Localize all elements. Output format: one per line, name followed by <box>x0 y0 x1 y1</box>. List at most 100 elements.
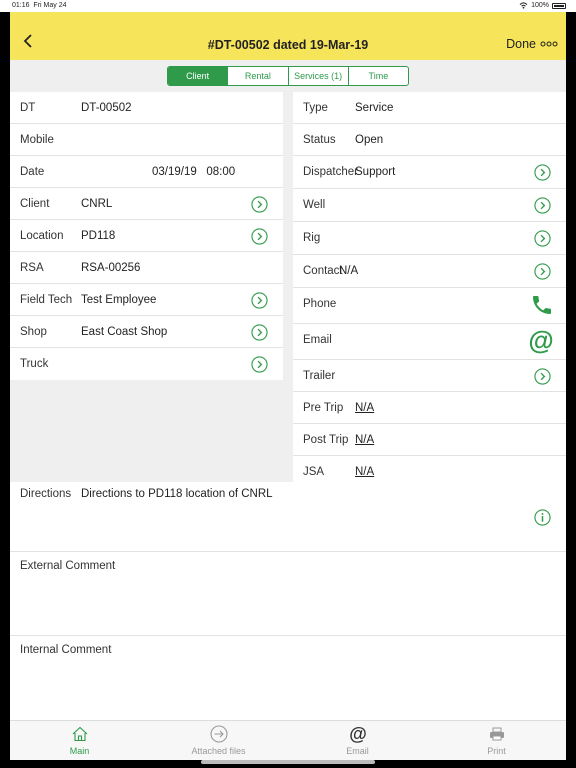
chevron-right-icon[interactable] <box>251 324 268 341</box>
tab-time[interactable]: Time <box>349 67 408 85</box>
post-trip-row[interactable]: Post Trip N/A <box>293 424 566 456</box>
status-label: Status <box>303 134 336 146</box>
tab-rental[interactable]: Rental <box>228 67 289 85</box>
chevron-right-icon[interactable] <box>251 196 268 213</box>
location-value: PD118 <box>81 230 116 242</box>
tab-main-label: Main <box>69 746 90 756</box>
jsa-link[interactable]: N/A <box>355 466 374 478</box>
external-comment-field[interactable]: External Comment <box>10 552 566 636</box>
jsa-label: JSA <box>303 466 325 478</box>
at-icon[interactable]: @ <box>527 327 555 355</box>
tab-print[interactable]: Print <box>427 721 566 760</box>
pre-trip-link[interactable]: N/A <box>355 402 374 414</box>
tab-main[interactable]: Main <box>10 721 149 760</box>
rsa-row: RSA RSA-00256 <box>10 252 283 284</box>
type-value: Service <box>355 102 394 114</box>
field-tech-row[interactable]: Field Tech Test Employee <box>10 284 283 316</box>
wifi-icon <box>519 2 528 9</box>
done-button[interactable]: Done <box>506 37 536 51</box>
phone-icon[interactable] <box>530 293 554 317</box>
trailer-row[interactable]: Trailer <box>293 360 566 392</box>
well-label: Well <box>303 199 326 211</box>
home-indicator[interactable] <box>201 760 375 764</box>
navigation-bar: #DT-00502 dated 19-Mar-19 Done <box>10 12 566 60</box>
info-icon[interactable] <box>534 509 551 526</box>
comments-panel: Directions Directions to PD118 location … <box>10 482 566 720</box>
segment-bar: Client Rental Services (1) Time <box>10 60 566 90</box>
pre-trip-label: Pre Trip <box>303 402 344 414</box>
at-icon: @ <box>349 725 367 743</box>
location-row[interactable]: Location PD118 <box>10 220 283 252</box>
svg-text:@: @ <box>528 327 553 355</box>
email-row[interactable]: Email @ <box>293 324 566 360</box>
contact-row[interactable]: Contact N/A <box>293 255 566 288</box>
internal-comment-field[interactable]: Internal Comment <box>10 636 566 720</box>
phone-row[interactable]: Phone <box>293 288 566 324</box>
phone-label: Phone <box>303 298 337 310</box>
chevron-right-icon[interactable] <box>534 368 551 385</box>
date-row[interactable]: Date 03/19/19 08:00 <box>10 156 283 188</box>
status-bar: 01:16 Fri May 24 100% <box>0 0 576 12</box>
post-trip-label: Post Trip <box>303 434 349 446</box>
contact-label: Contact <box>303 265 343 277</box>
shop-label: Shop <box>20 326 47 338</box>
pre-trip-row[interactable]: Pre Trip N/A <box>293 392 566 424</box>
chevron-right-icon[interactable] <box>534 263 551 280</box>
directions-row[interactable]: Directions Directions to PD118 location … <box>10 482 566 552</box>
post-trip-link[interactable]: N/A <box>355 434 374 446</box>
page-title: #DT-00502 dated 19-Mar-19 <box>207 38 369 52</box>
tab-services[interactable]: Services (1) <box>289 67 349 85</box>
rig-label: Rig <box>303 232 321 244</box>
tab-email[interactable]: @ Email <box>288 721 427 760</box>
type-row: Type Service <box>293 92 566 124</box>
tab-email-label: Email <box>346 746 369 756</box>
shop-row[interactable]: Shop East Coast Shop <box>10 316 283 348</box>
chevron-right-icon[interactable] <box>251 356 268 373</box>
email-label: Email <box>303 334 332 346</box>
app-screen: #DT-00502 dated 19-Mar-19 Done Client Re… <box>10 12 566 760</box>
chevron-right-icon[interactable] <box>534 164 551 181</box>
trailer-label: Trailer <box>303 370 336 382</box>
client-label: Client <box>20 198 50 210</box>
battery-icon <box>552 2 566 9</box>
date-value: 03/19/19 08:00 <box>152 166 236 178</box>
battery-percent: 100% <box>531 2 549 9</box>
dt-row: DT DT-00502 <box>10 92 283 124</box>
right-details-panel: Type Service Status Open Dispatcher Supp… <box>293 92 566 482</box>
chevron-right-icon[interactable] <box>251 228 268 245</box>
status-row: Status Open <box>293 124 566 156</box>
client-value: CNRL <box>81 198 113 210</box>
rsa-value: RSA-00256 <box>81 262 141 274</box>
printer-icon <box>489 727 504 741</box>
tab-attached-files[interactable]: Attached files <box>149 721 288 760</box>
dt-label: DT <box>20 102 36 114</box>
mobile-row[interactable]: Mobile <box>10 124 283 156</box>
external-comment-label: External Comment <box>20 560 116 572</box>
truck-row[interactable]: Truck <box>10 348 283 380</box>
status-value: Open <box>355 134 384 146</box>
tab-client[interactable]: Client <box>168 67 229 85</box>
dispatcher-row[interactable]: Dispatcher Support <box>293 156 566 189</box>
contact-value: N/A <box>339 265 359 277</box>
arrow-circle-icon <box>209 725 228 743</box>
truck-label: Truck <box>20 358 49 370</box>
bottom-tab-bar: Main Attached files @ Email Print <box>10 720 566 760</box>
status-time: 01:16 Fri May 24 <box>12 2 67 9</box>
chevron-right-icon[interactable] <box>251 292 268 309</box>
directions-label: Directions <box>20 488 72 500</box>
status-right: 100% <box>519 2 566 9</box>
internal-comment-label: Internal Comment <box>20 644 112 656</box>
client-row[interactable]: Client CNRL <box>10 188 283 220</box>
chevron-right-icon[interactable] <box>534 230 551 247</box>
field-tech-label: Field Tech <box>20 294 73 306</box>
field-tech-value: Test Employee <box>81 294 157 306</box>
date-label: Date <box>20 166 45 178</box>
tab-attached-files-label: Attached files <box>191 746 246 756</box>
chevron-right-icon[interactable] <box>534 197 551 214</box>
mobile-label: Mobile <box>20 134 54 146</box>
segmented-control: Client Rental Services (1) Time <box>167 66 409 86</box>
dispatcher-label: Dispatcher <box>303 166 358 178</box>
rig-row[interactable]: Rig <box>293 222 566 255</box>
well-row[interactable]: Well <box>293 189 566 222</box>
more-icon[interactable] <box>540 41 558 47</box>
